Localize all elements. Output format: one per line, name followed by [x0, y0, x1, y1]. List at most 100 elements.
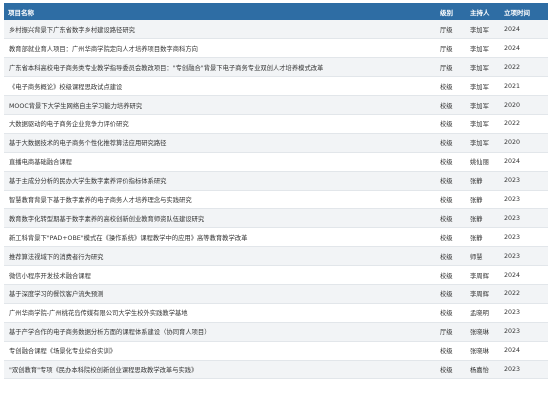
level-cell: 厅级 — [436, 20, 466, 40]
project-name-cell: 教育数字化转型期基于数字素养的高校创新创业教育师资队伍建设研究 — [4, 208, 436, 229]
level-cell: 校级 — [436, 303, 466, 323]
host-cell: 孟晓明 — [466, 303, 500, 323]
year-cell: 2022 — [500, 114, 548, 134]
level-cell: 厅级 — [436, 322, 466, 342]
host-cell: 张晓琳 — [466, 341, 500, 361]
level-cell: 厅级 — [436, 38, 466, 59]
year-cell: 2023 — [500, 246, 548, 267]
project-name-cell: 新工科背景下"PAD+OBE"模式在《操作系统》课程教学中的应用》高等教育教学改… — [4, 227, 436, 248]
header-host: 主持人 — [470, 8, 490, 17]
host-cell: 张静 — [466, 171, 500, 191]
year-cell: 2024 — [500, 20, 548, 40]
table-row: 教育数字化转型期基于数字素养的高校创新创业教育师资队伍建设研究 校级 张静 2023 — [4, 208, 548, 229]
table-row: 大数据驱动的电子商务企业竞争力评价研究 校级 李加军 2022 — [4, 114, 548, 134]
project-name-cell: 基于产学合作的电子商务数据分析方面的课程体系建设（协同育人项目） — [4, 322, 436, 342]
project-name-cell: 广东省本科高校电子商务类专业教学指导委员会教改项目："专创融合"背景下电子商务专… — [4, 57, 436, 78]
year-cell: 2023 — [500, 171, 548, 191]
table-row: 广东省本科高校电子商务类专业教学指导委员会教改项目："专创融合"背景下电子商务专… — [4, 57, 548, 78]
project-name-cell: 大数据驱动的电子商务企业竞争力评价研究 — [4, 114, 436, 134]
table-body: 乡村振兴背景下广东省数字乡村建设路径研究 厅级 李加军 2024 教育部就业育人项目：广… — [4, 20, 548, 380]
table-header: 项目名称 级别 主持人 立项时间 — [4, 3, 548, 20]
project-name-cell: 广州华商学院-广州桃花岛传媒有限公司大学生校外实践教学基地 — [4, 303, 436, 323]
host-cell: 李加军 — [466, 114, 500, 134]
header-row: 项目名称 级别 主持人 立项时间 — [4, 3, 548, 20]
level-cell: 校级 — [436, 246, 466, 267]
host-cell: 李加军 — [466, 38, 500, 59]
year-cell: 2021 — [500, 76, 548, 97]
table-row: 专创融合课程《场景化专业综合实训》 校级 张晓琳 2024 — [4, 341, 548, 361]
host-cell: 姚仙丽 — [466, 152, 500, 172]
host-cell: 李加军 — [466, 57, 500, 78]
level-cell: 校级 — [436, 114, 466, 134]
table-row: MOOC背景下大学生网络自主学习能力培养研究 校级 李加军 2020 — [4, 95, 548, 115]
year-cell: 2023 — [500, 208, 548, 229]
level-cell: 校级 — [436, 133, 466, 153]
project-list: 项目名称 级别 主持人 立项时间 乡村振兴背景下广东省数字乡村建设路径研究 厅级李… — [0, 0, 552, 380]
header-level: 级别 — [440, 8, 453, 17]
project-name-cell: 微信小程序开发技术融合课程 — [4, 265, 436, 285]
table-row: 《电子商务概论》校级课程思政试点建设 校级 李加军 2021 — [4, 76, 548, 97]
project-name-cell: 基于主成分分析的民办大学生数字素养评价指标体系研究 — [4, 171, 436, 191]
table-row: 新工科背景下"PAD+OBE"模式在《操作系统》课程教学中的应用》高等教育教学改… — [4, 227, 548, 248]
year-cell: 2023 — [500, 190, 548, 210]
host-cell: 张静 — [466, 227, 500, 248]
year-cell: 2024 — [500, 341, 548, 361]
table-row: 教育部就业育人项目：广州华商学院定向人才培养项目数字商科方向 厅级 李加军 2024 — [4, 38, 548, 59]
host-cell: 李周辉 — [466, 284, 500, 304]
project-name-cell: "双创教育"专项《民办本科院校创新创业课程思政教学改革与实践》 — [4, 360, 436, 380]
host-cell: 李周辉 — [466, 265, 500, 285]
host-cell: 杨嘉怡 — [466, 360, 500, 380]
level-cell: 厅级 — [436, 57, 466, 78]
year-cell: 2023 — [500, 322, 548, 342]
table-row: 基于大数据技术的电子商务个性化推荐算法应用研究路径 校级 李加军 2020 — [4, 133, 548, 153]
year-cell: 2020 — [500, 133, 548, 153]
project-name-cell: 专创融合课程《场景化专业综合实训》 — [4, 341, 436, 361]
year-cell: 2024 — [500, 152, 548, 172]
header-project-name: 项目名称 — [8, 8, 34, 17]
level-cell: 校级 — [436, 152, 466, 172]
project-name-cell: 直播电商基础融合课程 — [4, 152, 436, 172]
host-cell: 师慧 — [466, 246, 500, 267]
level-cell: 校级 — [436, 171, 466, 191]
host-cell: 张静 — [466, 190, 500, 210]
table-row: 基于主成分分析的民办大学生数字素养评价指标体系研究 校级 张静 2023 — [4, 171, 548, 191]
level-cell: 校级 — [436, 190, 466, 210]
level-cell: 校级 — [436, 76, 466, 97]
level-cell: 校级 — [436, 208, 466, 229]
level-cell: 校级 — [436, 360, 466, 380]
table-row: "双创教育"专项《民办本科院校创新创业课程思政教学改革与实践》 校级 杨嘉怡 2023 — [4, 360, 548, 380]
projects-table: 项目名称 级别 主持人 立项时间 乡村振兴背景下广东省数字乡村建设路径研究 厅级李… — [4, 3, 548, 380]
level-cell: 校级 — [436, 284, 466, 304]
year-cell: 2020 — [500, 95, 548, 115]
table-row: 基于深度学习的餐饮客户流失预测 校级 李周辉 2022 — [4, 284, 548, 304]
year-cell: 2022 — [500, 57, 548, 78]
host-cell: 李加军 — [466, 20, 500, 40]
project-name-cell: 基于深度学习的餐饮客户流失预测 — [4, 284, 436, 304]
table-row: 乡村振兴背景下广东省数字乡村建设路径研究 厅级 李加军 2024 — [4, 20, 548, 40]
year-cell: 2022 — [500, 284, 548, 304]
host-cell: 张静 — [466, 208, 500, 229]
project-name-cell: 基于大数据技术的电子商务个性化推荐算法应用研究路径 — [4, 133, 436, 153]
host-cell: 张晓琳 — [466, 322, 500, 342]
level-cell: 校级 — [436, 341, 466, 361]
level-cell: 校级 — [436, 95, 466, 115]
level-cell: 校级 — [436, 265, 466, 285]
year-cell: 2023 — [500, 227, 548, 248]
level-cell: 校级 — [436, 227, 466, 248]
table-row: 直播电商基础融合课程 校级 姚仙丽 2024 — [4, 152, 548, 172]
year-cell: 2024 — [500, 265, 548, 285]
project-name-cell: 《电子商务概论》校级课程思政试点建设 — [4, 76, 436, 97]
project-name-cell: 智慧教育背景下基于数字素养的电子商务人才培养理念与实践研究 — [4, 190, 436, 210]
host-cell: 李加军 — [466, 76, 500, 97]
table-row: 微信小程序开发技术融合课程 校级 李周辉 2024 — [4, 265, 548, 285]
year-cell: 2023 — [500, 360, 548, 380]
host-cell: 李加军 — [466, 133, 500, 153]
header-year: 立项时间 — [504, 8, 530, 17]
table-row: 推荐算法视域下的消费者行为研究 校级 师慧 2023 — [4, 246, 548, 267]
host-cell: 李加军 — [466, 95, 500, 115]
table-row: 智慧教育背景下基于数字素养的电子商务人才培养理念与实践研究 校级 张静 2023 — [4, 190, 548, 210]
table-row: 基于产学合作的电子商务数据分析方面的课程体系建设（协同育人项目） 厅级 张晓琳 202… — [4, 322, 548, 342]
year-cell: 2023 — [500, 303, 548, 323]
project-name-cell: 教育部就业育人项目：广州华商学院定向人才培养项目数字商科方向 — [4, 38, 436, 59]
year-cell: 2024 — [500, 38, 548, 59]
